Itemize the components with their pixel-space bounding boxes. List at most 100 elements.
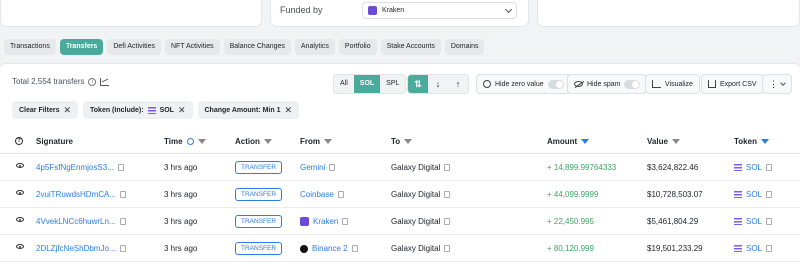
filter-all-button[interactable]: All [334, 75, 354, 93]
from-link[interactable]: Coinbase [300, 190, 334, 199]
clear-filters-button[interactable]: Clear Filters ✕ [12, 101, 79, 119]
token-link[interactable]: SOL [746, 163, 762, 172]
close-icon[interactable]: ✕ [284, 105, 292, 116]
to-cell: Galaxy Digital [391, 190, 451, 199]
copy-icon[interactable] [766, 164, 773, 171]
help-column: ? [15, 137, 23, 145]
tab-transactions[interactable]: Transactions [4, 39, 56, 55]
tab-stake-accounts[interactable]: Stake Accounts [380, 39, 441, 55]
action-badge: TRANSFER [235, 242, 283, 255]
close-icon[interactable]: ✕ [178, 105, 186, 116]
amount-filter-label: Change Amount: Min 1 [204, 106, 281, 114]
amount-cell: + 44,099.9999 [547, 190, 599, 199]
tab-nft-activities[interactable]: NFT Activities [164, 39, 220, 55]
filter-active-icon[interactable] [760, 139, 769, 144]
incoming-arrow-button[interactable]: ↓ [428, 75, 448, 93]
visualize-icon [652, 80, 661, 88]
to-link[interactable]: Galaxy Digital [391, 244, 440, 253]
view-details[interactable] [16, 217, 24, 222]
hide-spam-switch[interactable] [624, 79, 641, 89]
hide-spam-toggle[interactable]: Hide spam [567, 74, 648, 94]
view-details[interactable] [16, 163, 24, 168]
filter-active-icon[interactable] [581, 139, 590, 144]
token-filter-chip[interactable]: Token (Include): SOL ✕ [83, 101, 193, 119]
action-badge: TRANSFER [235, 215, 283, 228]
copy-icon[interactable] [117, 164, 124, 171]
filter-icon[interactable] [671, 139, 680, 144]
chart-icon[interactable] [100, 77, 110, 86]
to-link[interactable]: Galaxy Digital [391, 217, 440, 226]
signature-link[interactable]: 4p5FsfNgEnmjosS3... [36, 163, 114, 172]
copy-icon[interactable] [119, 218, 126, 225]
to-link[interactable]: Galaxy Digital [391, 190, 440, 199]
info-icon[interactable]: i [88, 77, 97, 86]
solana-icon [734, 191, 742, 198]
signature-link[interactable]: 2vuiTRuwdsHDmCA... [36, 190, 116, 199]
filter-icon[interactable] [324, 139, 332, 144]
col-value-label: Value [647, 137, 668, 146]
tab-defi-activities[interactable]: Defi Activities [107, 39, 161, 55]
token-link[interactable]: SOL [746, 217, 762, 226]
view-details[interactable] [16, 244, 24, 249]
from-link[interactable]: Binance 2 [312, 244, 348, 253]
tab-transfers[interactable]: Transfers [59, 39, 104, 55]
outgoing-arrow-button[interactable]: ↑ [448, 75, 468, 93]
export-csv-button[interactable]: Export CSV [701, 74, 764, 94]
from-cell: Kraken [300, 217, 349, 226]
time-cell: 3 hrs ago [164, 190, 198, 199]
eye-icon[interactable] [16, 244, 24, 249]
signature-link[interactable]: 4VvekLNCc6huwrLn... [36, 217, 116, 226]
eye-icon[interactable] [16, 190, 24, 195]
eye-icon[interactable] [16, 217, 24, 222]
copy-icon[interactable] [337, 191, 344, 198]
help-icon[interactable]: ? [15, 137, 23, 145]
value-cell: $3,624,822.46 [647, 163, 699, 172]
to-link[interactable]: Galaxy Digital [391, 163, 440, 172]
copy-icon[interactable] [444, 245, 451, 252]
export-csv-label: Export CSV [720, 80, 757, 88]
token-link[interactable]: SOL [746, 244, 762, 253]
action-badge: TRANSFER [235, 161, 283, 174]
token-link[interactable]: SOL [746, 190, 762, 199]
filter-icon[interactable] [197, 139, 206, 144]
filter-icon[interactable] [404, 139, 413, 144]
col-time-label: Time [164, 137, 183, 146]
copy-icon[interactable] [119, 245, 126, 252]
copy-icon[interactable] [329, 164, 336, 171]
copy-icon[interactable] [444, 191, 451, 198]
close-icon[interactable]: ✕ [63, 105, 71, 116]
tab-portfolio[interactable]: Portfolio [338, 39, 377, 55]
copy-icon[interactable] [342, 218, 349, 225]
copy-icon[interactable] [766, 191, 773, 198]
view-details[interactable] [16, 190, 24, 195]
filter-icon[interactable] [263, 139, 272, 144]
clear-filters-label: Clear Filters [19, 106, 60, 114]
token-filter-prefix: Token (Include): [90, 106, 144, 114]
copy-icon[interactable] [444, 218, 451, 225]
token-cell: SOL [734, 190, 773, 199]
copy-icon[interactable] [351, 245, 358, 252]
visualize-button[interactable]: Visualize [645, 74, 700, 94]
filter-sol-button[interactable]: SOL [353, 75, 381, 93]
filter-spl-button[interactable]: SPL [380, 75, 406, 93]
tab-analytics[interactable]: Analytics [294, 39, 335, 55]
tab-balance-changes[interactable]: Balance Changes [223, 39, 291, 55]
both-directions-button[interactable]: ⇅ [408, 75, 428, 93]
to-cell: Galaxy Digital [391, 217, 451, 226]
clock-icon[interactable] [186, 138, 194, 145]
from-link[interactable]: Kraken [313, 217, 338, 226]
copy-icon[interactable] [120, 191, 127, 198]
tab-bar: Transactions Transfers Defi Activities N… [4, 39, 485, 55]
hide-zero-switch[interactable] [547, 79, 564, 89]
from-link[interactable]: Gemini [300, 163, 325, 172]
amount-filter-chip[interactable]: Change Amount: Min 1 ✕ [197, 101, 300, 119]
funded-by-select[interactable]: Kraken [362, 2, 517, 19]
copy-icon[interactable] [766, 218, 773, 225]
signature-link[interactable]: 2DLZjfcNeShDbmJo... [36, 244, 116, 253]
hide-zero-value-toggle[interactable]: Hide zero value [476, 74, 571, 94]
tab-domains[interactable]: Domains [444, 39, 485, 55]
more-options-button[interactable]: ⋮ [762, 74, 792, 94]
copy-icon[interactable] [766, 245, 773, 252]
copy-icon[interactable] [444, 164, 451, 171]
eye-icon[interactable] [16, 163, 24, 168]
